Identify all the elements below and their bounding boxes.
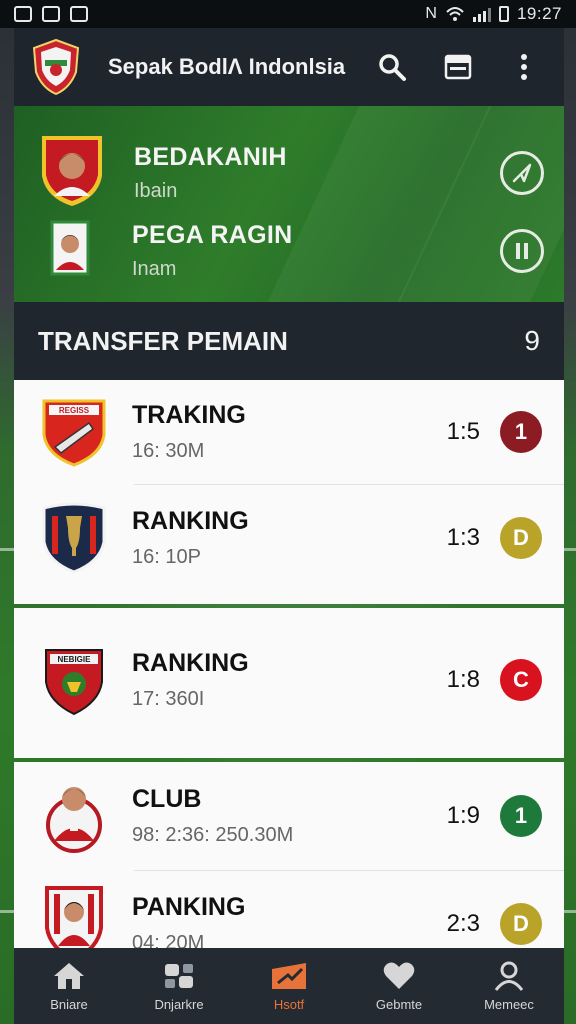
featured-player-2[interactable]: PEGA RAGIN Inam bbox=[14, 220, 564, 281]
transfer-score: 1:5 bbox=[446, 418, 480, 445]
player-subtitle: Ibain bbox=[134, 179, 178, 202]
heart-icon bbox=[383, 962, 415, 989]
crest-label: REGISS bbox=[59, 406, 90, 415]
battery-icon bbox=[498, 6, 509, 22]
transfer-card: REGISS TRAKING 16: 30M 1:5 1 RANKING 16:… bbox=[14, 380, 564, 604]
transfer-title: CLUB bbox=[132, 785, 202, 813]
notification-icon bbox=[42, 6, 60, 22]
notification-icon bbox=[14, 6, 32, 22]
nav-trend[interactable]: Hsotf bbox=[234, 948, 344, 1024]
transfer-row[interactable]: CLUB 98: 2:36: 250.30M 1:9 1 bbox=[14, 764, 564, 868]
transfer-score: 1:3 bbox=[446, 524, 480, 551]
status-bar: N 19:27 bbox=[0, 0, 576, 28]
transfer-title: TRAKING bbox=[132, 401, 246, 429]
nav-label: Bniare bbox=[50, 996, 88, 1012]
player-avatar bbox=[38, 778, 110, 854]
home-icon bbox=[54, 962, 84, 989]
section-count: 9 bbox=[524, 325, 540, 356]
status-time: 19:27 bbox=[516, 4, 562, 23]
transfer-subtitle: 17: 360I bbox=[132, 688, 205, 710]
row-divider bbox=[134, 870, 564, 871]
transfer-title: PANKING bbox=[132, 893, 246, 921]
transfer-title: RANKING bbox=[132, 507, 249, 535]
nfc-icon: N bbox=[425, 5, 437, 22]
section-header: TRANSFER PEMAIN 9 bbox=[14, 302, 564, 380]
transfer-score: 1:8 bbox=[446, 666, 480, 693]
transfer-score: 2:3 bbox=[446, 910, 480, 937]
transfer-row[interactable]: RANKING 16: 10P 1:3 D bbox=[14, 486, 564, 590]
nav-home[interactable]: Bniare bbox=[14, 948, 124, 1024]
transfer-row[interactable]: NEBIGIE RANKING 17: 360I 1:8 C bbox=[14, 628, 564, 732]
wifi-icon bbox=[446, 7, 464, 21]
transfer-title: RANKING bbox=[132, 649, 249, 677]
app-window: Sepak BodlΛ Indonlsia BEDAKANIH Ibain PE… bbox=[14, 28, 564, 1024]
club-crest: REGISS bbox=[38, 394, 110, 470]
row-divider bbox=[134, 484, 564, 485]
transfer-subtitle: 16: 30M bbox=[132, 440, 205, 462]
send-icon[interactable] bbox=[500, 150, 544, 195]
bottom-navigation: Bniare Dnjarkre Hsotf Gebmte Memeec bbox=[14, 948, 564, 1024]
search-icon[interactable] bbox=[374, 49, 410, 85]
trend-icon bbox=[272, 962, 306, 989]
rank-badge: D bbox=[500, 517, 542, 559]
rank-badge: 1 bbox=[500, 411, 542, 453]
rank-badge: D bbox=[500, 903, 542, 945]
app-logo bbox=[28, 37, 84, 97]
featured-player-1[interactable]: BEDAKANIH Ibain bbox=[14, 132, 564, 213]
notification-icons bbox=[14, 6, 88, 22]
app-bar: Sepak BodlΛ Indonlsia bbox=[14, 28, 564, 106]
nav-favorites[interactable]: Gebmte bbox=[344, 948, 454, 1024]
nav-label: Gebmte bbox=[375, 996, 423, 1012]
transfer-icon bbox=[165, 963, 193, 988]
nav-label: Memeec bbox=[484, 996, 534, 1012]
section-title: TRANSFER PEMAIN bbox=[38, 325, 288, 356]
rank-badge: C bbox=[500, 659, 542, 701]
nav-label: Dnjarkre bbox=[154, 996, 204, 1012]
transfer-score: 1:9 bbox=[446, 802, 480, 829]
nav-profile[interactable]: Memeec bbox=[454, 948, 564, 1024]
notification-icon bbox=[70, 6, 88, 22]
player-crest-avatar bbox=[50, 220, 90, 281]
player-name: PEGA RAGIN bbox=[132, 220, 293, 249]
player-crest-avatar bbox=[38, 132, 106, 213]
pause-icon[interactable] bbox=[500, 228, 544, 273]
profile-icon bbox=[494, 961, 524, 991]
nav-label: Hsotf bbox=[273, 996, 305, 1012]
transfer-card: NEBIGIE RANKING 17: 360I 1:8 C bbox=[14, 608, 564, 758]
signal-icon bbox=[472, 6, 491, 22]
transfer-subtitle: 98: 2:36: 250.30M bbox=[132, 824, 294, 846]
player-subtitle: Inam bbox=[132, 257, 177, 280]
club-crest bbox=[38, 500, 110, 576]
nav-transfer[interactable]: Dnjarkre bbox=[124, 948, 234, 1024]
more-vert-icon[interactable] bbox=[506, 49, 542, 85]
calendar-icon[interactable] bbox=[440, 49, 476, 85]
crest-label: NEBIGIE bbox=[58, 655, 92, 664]
club-crest: NEBIGIE bbox=[38, 642, 110, 718]
transfer-subtitle: 16: 10P bbox=[132, 546, 201, 568]
app-title: Sepak BodlΛ Indonlsia bbox=[108, 54, 346, 79]
rank-badge: 1 bbox=[500, 795, 542, 837]
player-name: BEDAKANIH bbox=[134, 142, 287, 171]
transfer-row[interactable]: REGISS TRAKING 16: 30M 1:5 1 bbox=[14, 380, 564, 484]
featured-players-panel: BEDAKANIH Ibain PEGA RAGIN Inam bbox=[14, 106, 564, 302]
